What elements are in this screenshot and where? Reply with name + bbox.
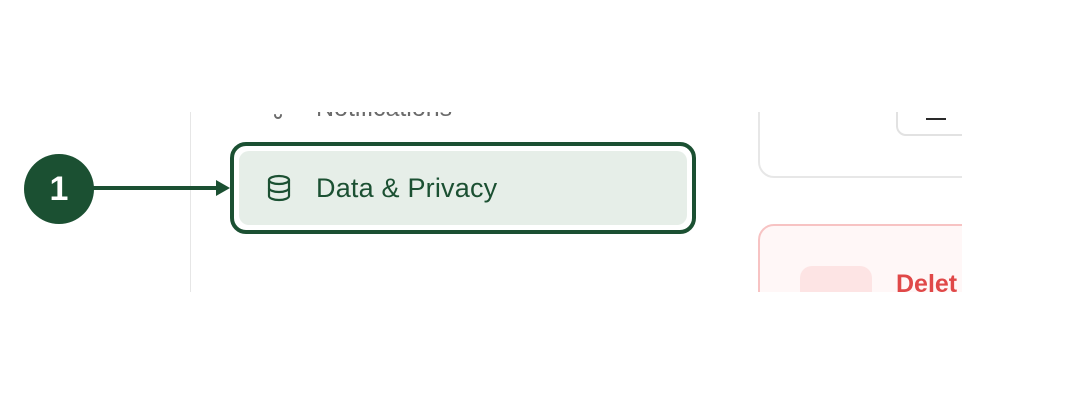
step-number-badge: 1 xyxy=(24,154,94,224)
sidebar-item-notifications[interactable]: Notifications xyxy=(262,112,452,128)
bell-icon xyxy=(262,112,294,128)
sidebar-item-data-privacy[interactable]: Data & Privacy xyxy=(239,151,687,225)
danger-zone-card: o Delet xyxy=(758,224,962,292)
danger-zone-title: Delet xyxy=(896,270,958,292)
card-action-button[interactable] xyxy=(896,112,962,136)
sidebar-divider xyxy=(190,112,191,292)
callout-arrow xyxy=(92,180,230,196)
sidebar-item-label: Notifications xyxy=(316,112,452,123)
settings-card xyxy=(758,112,962,178)
trash-icon: o xyxy=(800,266,872,292)
sidebar-item-label: Data & Privacy xyxy=(316,172,498,203)
database-icon xyxy=(264,173,294,203)
minus-icon xyxy=(926,118,946,120)
